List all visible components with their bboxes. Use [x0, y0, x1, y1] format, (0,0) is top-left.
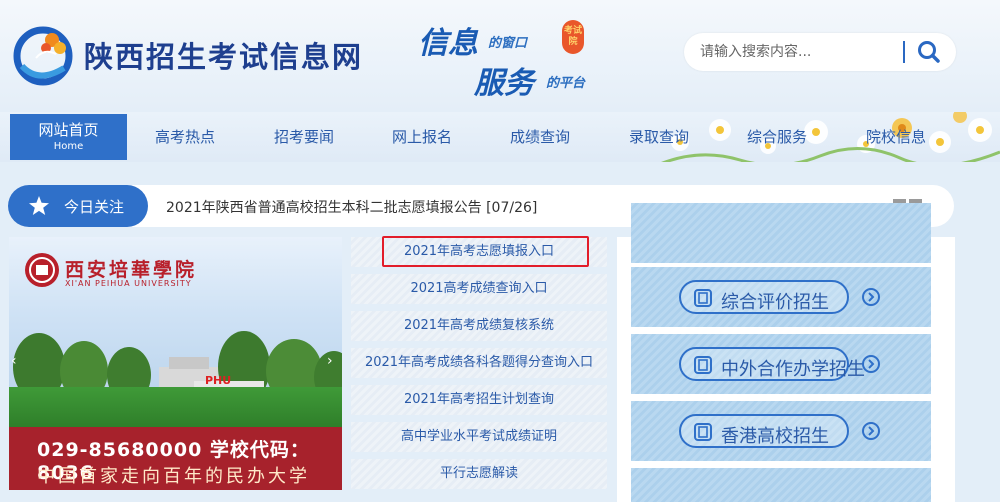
- today-focus-label: 今日关注: [8, 185, 148, 227]
- school-emblem-icon: [25, 253, 59, 287]
- slogan-line2: 服务: [474, 66, 534, 101]
- arrow-right-circle-icon: [862, 422, 880, 440]
- site-title[interactable]: 陕西招生考试信息网: [84, 34, 363, 76]
- search-divider: [903, 41, 905, 63]
- service-pill: 中外合作办学招生: [679, 347, 865, 381]
- service-card-comprehensive[interactable]: 综合评价招生: [631, 267, 931, 327]
- today-focus-notice-link[interactable]: 2021年陕西省普通高校招生本科二批志愿填报公告 [07/26]: [166, 197, 537, 217]
- slogan-seal: 考试院: [562, 20, 584, 54]
- document-icon: [694, 356, 712, 374]
- nav-item-services[interactable]: 综合服务: [729, 112, 825, 162]
- quick-links-list: 2021年高考志愿填报入口 2021高考成绩查询入口 2021年高考成绩复核系统…: [351, 237, 607, 490]
- banner-grass: [9, 387, 342, 427]
- link-score-review[interactable]: 2021年高考成绩复核系统: [351, 311, 607, 341]
- document-icon: [694, 289, 712, 307]
- service-pill: 香港高校招生: [679, 414, 849, 448]
- banner-prev-arrow-icon[interactable]: ‹: [11, 353, 17, 369]
- search-box: [684, 33, 956, 71]
- banner-slogan: 中国首家走向百年的民办大学: [37, 466, 310, 487]
- arrow-right-circle-icon: [862, 288, 880, 306]
- nav-item-news[interactable]: 招考要闻: [256, 112, 352, 162]
- service-label: 中外合作办学招生: [721, 359, 865, 380]
- site-slogan: 信息 的窗口 考试院 服务 的平台: [418, 14, 608, 101]
- service-pill: 综合评价招生: [679, 280, 849, 314]
- nav-item-score-query[interactable]: 成绩查询: [492, 112, 588, 162]
- link-score-query[interactable]: 2021高考成绩查询入口: [351, 274, 607, 304]
- site-header: 陕西招生考试信息网 信息 的窗口 考试院 服务 的平台: [0, 0, 1000, 112]
- right-strip: [955, 237, 1000, 502]
- nav-item-admission-query[interactable]: 录取查询: [611, 112, 707, 162]
- search-icon[interactable]: [914, 38, 944, 66]
- service-card-hongkong[interactable]: 香港高校招生: [631, 401, 931, 461]
- link-volunteer-entry[interactable]: 2021年高考志愿填报入口: [351, 237, 607, 267]
- banner-next-arrow-icon[interactable]: ›: [327, 353, 333, 369]
- service-card-partial[interactable]: [631, 203, 931, 263]
- main-nav: 网站首页 Home 高考热点 招考要闻 网上报名 成绩查询 录取查询 综合服务 …: [0, 112, 1000, 162]
- site-logo-icon[interactable]: [8, 18, 78, 88]
- link-subject-score-query[interactable]: 2021年高考成绩各科各题得分查询入口: [351, 348, 607, 378]
- banner-school-name: 西安培華學院: [65, 259, 198, 281]
- service-card-sino-foreign[interactable]: 中外合作办学招生: [631, 334, 931, 394]
- service-label: 综合评价招生: [721, 292, 829, 313]
- arrow-right-circle-icon: [862, 355, 880, 373]
- link-proficiency-certificate[interactable]: 高中学业水平考试成绩证明: [351, 422, 607, 452]
- link-parallel-volunteer-guide[interactable]: 平行志愿解读: [351, 459, 607, 489]
- document-icon: [694, 423, 712, 441]
- nav-home[interactable]: 网站首页 Home: [10, 114, 127, 160]
- nav-home-label: 网站首页: [38, 121, 99, 139]
- slogan-sub1: 的窗口: [488, 36, 528, 51]
- banner-carousel[interactable]: 西安培華學院 XI'AN PEIHUA UNIVERSITY PHU 029-8…: [9, 237, 342, 490]
- service-label: 香港高校招生: [721, 426, 829, 447]
- star-icon: [29, 196, 49, 215]
- slogan-line1: 信息: [418, 26, 478, 61]
- banner-school-name-en: XI'AN PEIHUA UNIVERSITY: [65, 279, 192, 288]
- today-focus-text: 今日关注: [64, 198, 125, 216]
- nav-home-label-en: Home: [53, 141, 84, 152]
- search-input[interactable]: [700, 39, 900, 65]
- nav-item-colleges[interactable]: 院校信息: [848, 112, 944, 162]
- banner-sign-text: PHU: [205, 374, 232, 387]
- nav-item-gaokao-hot[interactable]: 高考热点: [137, 112, 233, 162]
- service-card-partial-bottom[interactable]: [631, 468, 931, 502]
- nav-item-registration[interactable]: 网上报名: [374, 112, 470, 162]
- link-plan-query[interactable]: 2021年高考招生计划查询: [351, 385, 607, 415]
- slogan-sub2: 的平台: [546, 76, 586, 91]
- services-panel: 综合评价招生 中外合作办学招生 香港高校招生: [617, 203, 955, 502]
